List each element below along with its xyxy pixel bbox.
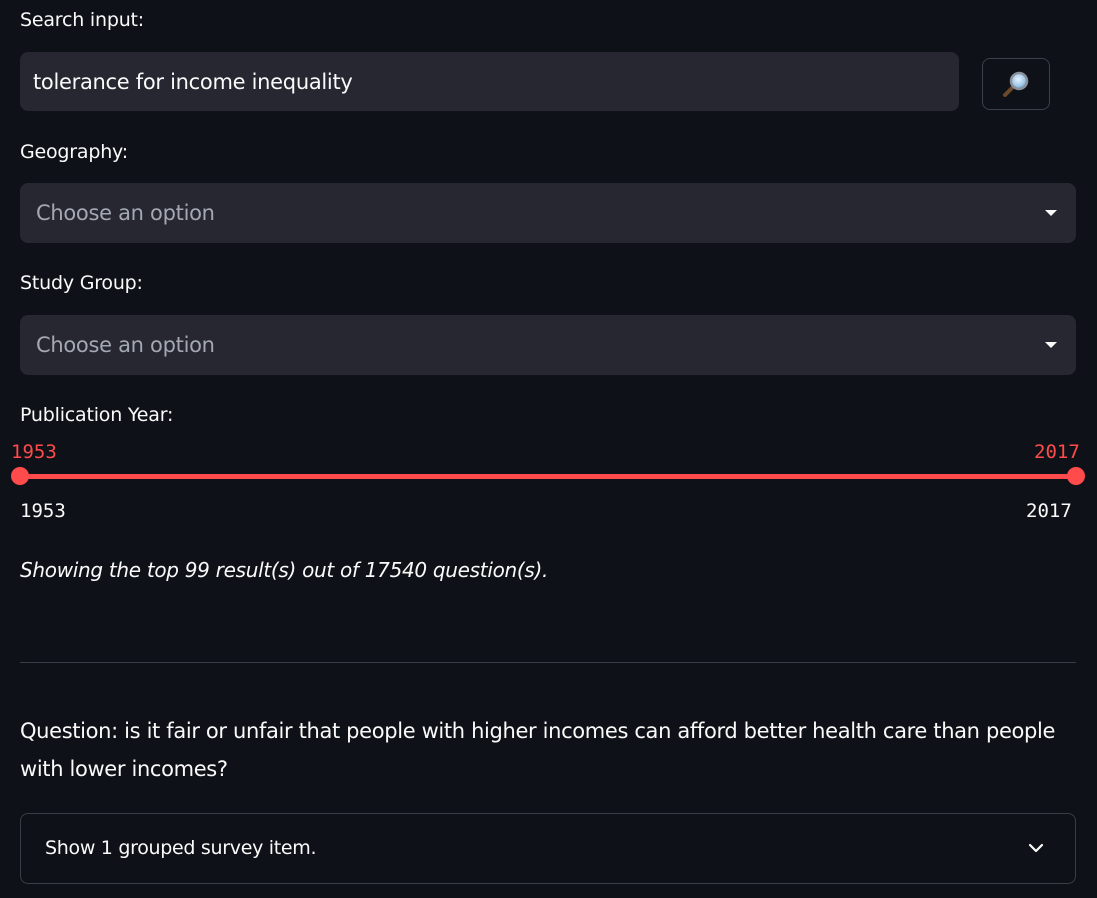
search-label: Search input: (20, 9, 144, 31)
caret-down-icon (1045, 210, 1057, 216)
caret-down-icon (1045, 342, 1057, 348)
search-input[interactable] (20, 52, 959, 111)
results-summary: Showing the top 99 result(s) out of 1754… (20, 558, 549, 582)
slider-range-max-label: 2017 (1026, 500, 1072, 522)
question-text: Question: is it fair or unfair that peop… (20, 719, 1056, 781)
app-page: Search input: Geography: Choose an optio… (0, 0, 1097, 898)
publication-year-slider-track[interactable] (20, 474, 1076, 479)
study-group-placeholder: Choose an option (36, 333, 215, 357)
magnifier-icon (1003, 71, 1029, 97)
divider (20, 662, 1076, 663)
geography-placeholder: Choose an option (36, 201, 215, 225)
grouped-survey-expander[interactable]: Show 1 grouped survey item. (20, 813, 1076, 884)
study-group-select[interactable]: Choose an option (20, 315, 1076, 375)
geography-select[interactable]: Choose an option (20, 183, 1076, 243)
slider-min-handle[interactable] (11, 467, 29, 485)
search-button[interactable] (982, 58, 1050, 110)
search-input-container[interactable] (20, 52, 959, 111)
slider-max-handle[interactable] (1067, 467, 1085, 485)
slider-selected-max-value: 2017 (1034, 441, 1080, 463)
expander-label: Show 1 grouped survey item. (45, 837, 317, 859)
slider-range-min-label: 1953 (20, 500, 66, 522)
chevron-down-icon (1028, 843, 1044, 853)
study-group-label: Study Group: (20, 272, 143, 294)
slider-selected-min-value: 1953 (11, 441, 57, 463)
geography-label: Geography: (20, 141, 128, 163)
publication-year-label: Publication Year: (20, 404, 174, 426)
